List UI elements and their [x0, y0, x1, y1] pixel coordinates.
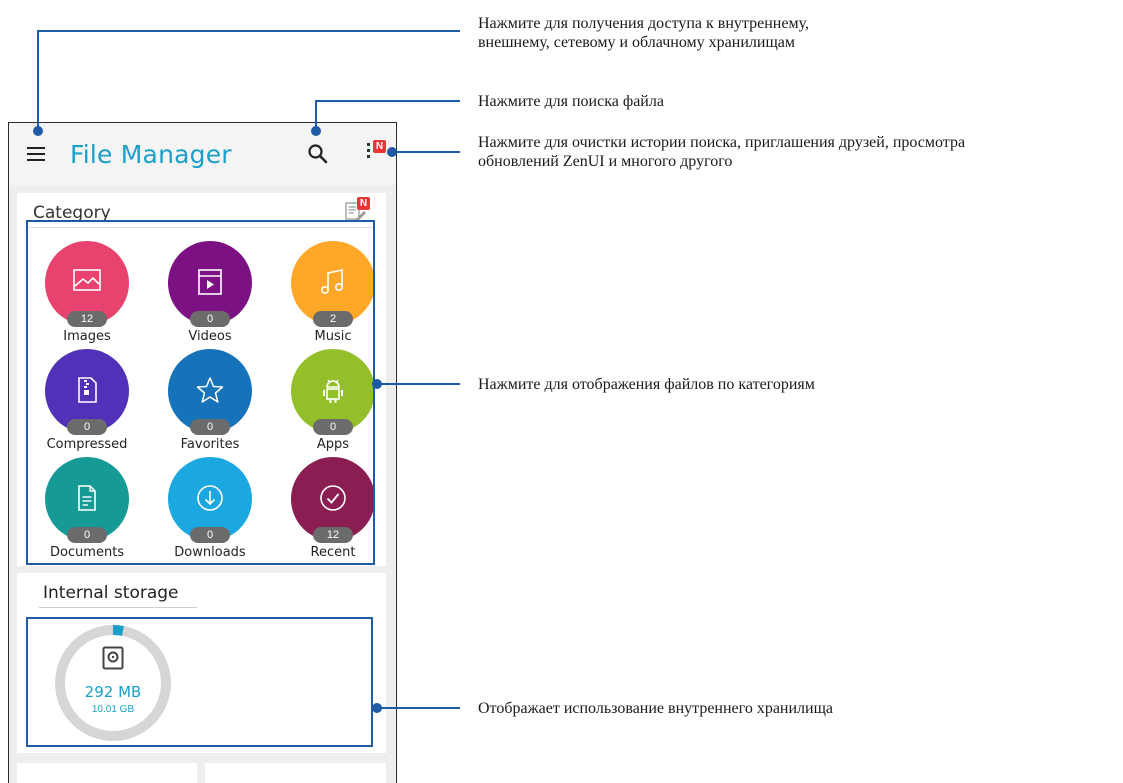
annotation-categories: Нажмите для отображения файлов по катего…: [478, 375, 815, 394]
annotation-line: внешнему, сетевому и облачному хранилища…: [478, 34, 795, 51]
annotation-storage-access: Нажмите для получения доступа к внутренн…: [478, 14, 809, 52]
annotation-internal-storage: Отображает использование внутреннего хра…: [478, 699, 833, 718]
annotation-line: Нажмите для отображения файлов по катего…: [478, 376, 815, 393]
annotation-line: обновлений ZenUI и многого другого: [478, 153, 733, 170]
annotation-line: Нажмите для получения доступа к внутренн…: [478, 15, 809, 32]
annotation-more-options: Нажмите для очистки истории поиска, приг…: [478, 133, 965, 171]
annotation-line: Нажмите для поиска файла: [478, 93, 664, 110]
annotation-line: Нажмите для очистки истории поиска, приг…: [478, 134, 966, 151]
annotation-search: Нажмите для поиска файла: [478, 92, 664, 111]
annotation-line: Отображает использование внутреннего хра…: [478, 700, 834, 717]
